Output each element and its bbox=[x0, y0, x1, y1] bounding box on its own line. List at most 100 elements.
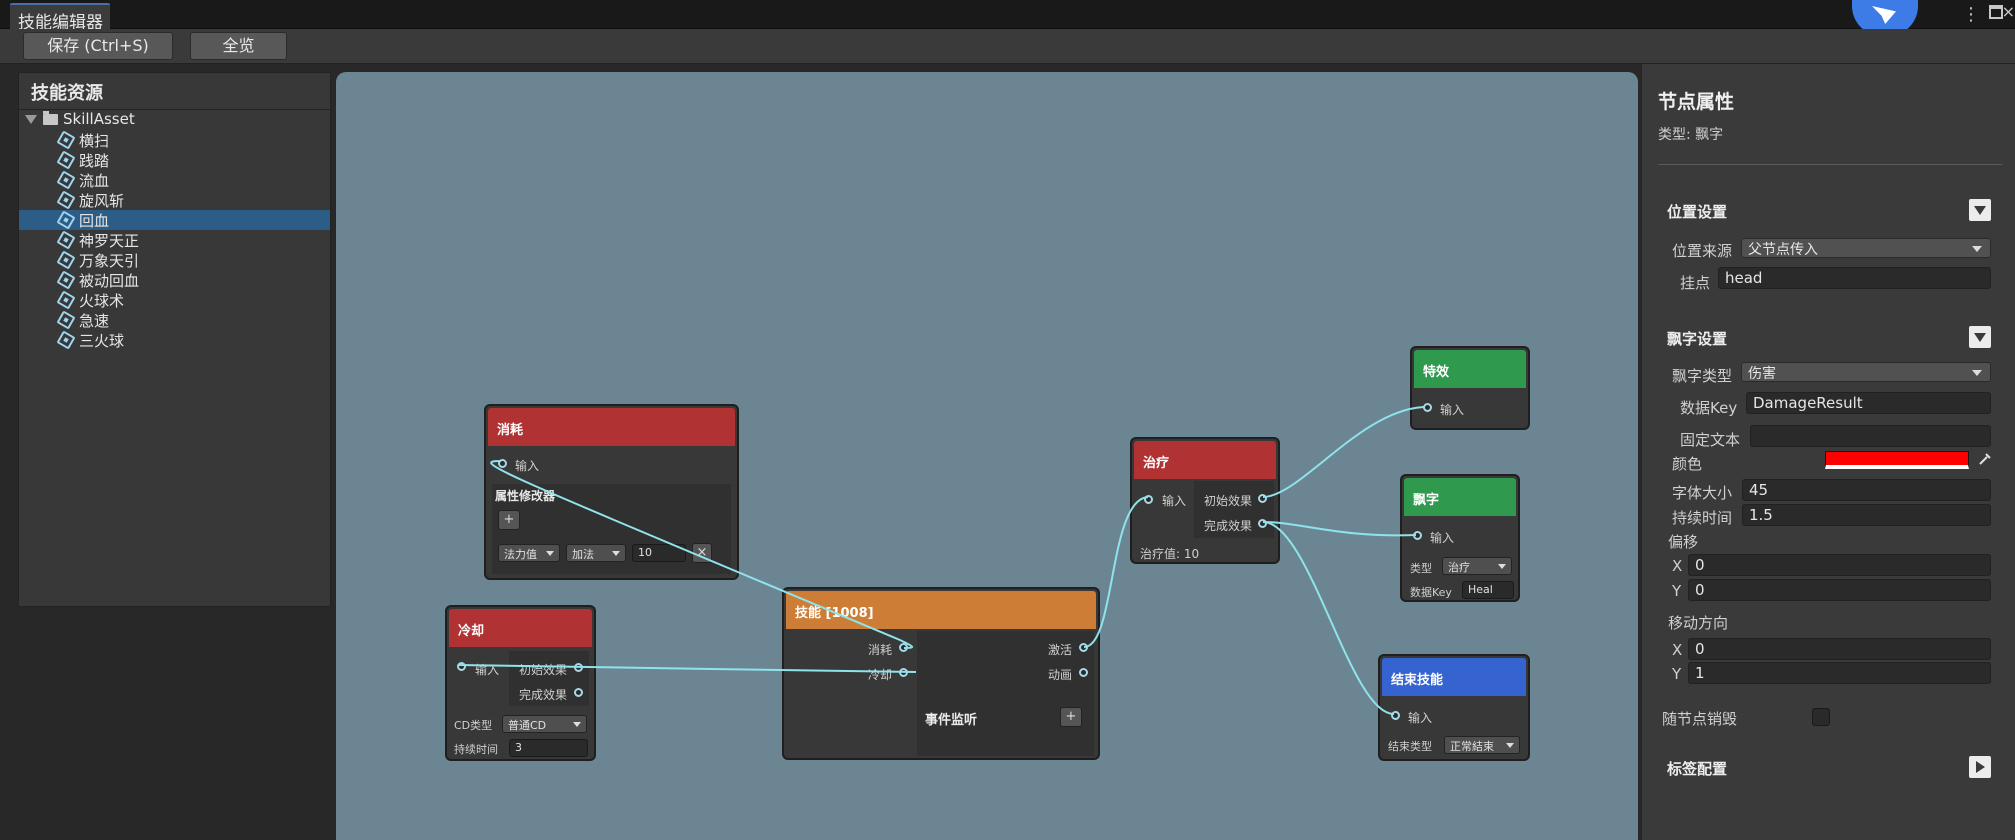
node-cooldown-header[interactable]: 冷却 bbox=[449, 609, 592, 647]
port-label: 初始效果 bbox=[1204, 494, 1253, 508]
remove-modifier-button[interactable]: × bbox=[692, 543, 712, 563]
font-size-field[interactable]: 45 bbox=[1742, 479, 1991, 501]
heal-value-text: 治疗值: 10 bbox=[1140, 547, 1200, 561]
axis-label: X bbox=[1672, 557, 1683, 575]
eyedropper-icon[interactable] bbox=[1977, 451, 1993, 467]
collapse-position-icon[interactable] bbox=[1969, 199, 1991, 221]
offset-x-field[interactable]: 0 bbox=[1688, 554, 1991, 576]
save-button[interactable]: 保存 (Ctrl+S) bbox=[23, 32, 173, 60]
field-label: 随节点销毁 bbox=[1662, 710, 1738, 728]
port-heal-input[interactable] bbox=[1144, 495, 1153, 504]
node-heal[interactable]: 治疗 输入 初始效果 完成效果 治疗值: 10 bbox=[1130, 437, 1280, 564]
data-key-field[interactable]: DamageResult bbox=[1746, 392, 1991, 414]
tree-root[interactable]: SkillAsset bbox=[19, 110, 330, 130]
tree-item[interactable]: 践踏 bbox=[19, 150, 330, 170]
tag-header[interactable]: 标签配置 bbox=[1667, 758, 1727, 779]
inspector-panel: 节点属性 类型: 飘字 位置设置 位置来源 父节点传入 挂点 head 飘字设置… bbox=[1642, 64, 2015, 840]
tree-item[interactable]: 火球术 bbox=[19, 290, 330, 310]
tree-item[interactable]: 神罗天正 bbox=[19, 230, 330, 250]
node-heal-header[interactable]: 治疗 bbox=[1134, 441, 1276, 479]
tree-item-label: 万象天引 bbox=[79, 252, 140, 270]
attribute-select[interactable]: 法力值 bbox=[498, 544, 560, 562]
tree-item-label: 旋风斩 bbox=[79, 192, 125, 210]
position-header[interactable]: 位置设置 bbox=[1667, 201, 1727, 222]
node-type-text: 类型: 飘字 bbox=[1658, 127, 1724, 143]
port-float-input[interactable] bbox=[1413, 531, 1422, 540]
skill-asset-icon bbox=[56, 330, 76, 350]
tree-item[interactable]: 流血 bbox=[19, 170, 330, 190]
port-cooldown-input[interactable] bbox=[457, 662, 466, 671]
window-tab-bar bbox=[0, 0, 2015, 29]
tree-item-label: 火球术 bbox=[79, 292, 125, 310]
tree-item[interactable]: 被动回血 bbox=[19, 270, 330, 290]
port-skill-anim[interactable] bbox=[1079, 668, 1088, 677]
node-skill[interactable]: 技能 [1008] 消耗 冷却 激活 动画 事件监听 + bbox=[782, 587, 1100, 760]
modifier-section: 属性修改器 + 法力值 加法 10 × bbox=[492, 484, 731, 574]
port-label: 输入 bbox=[1408, 711, 1433, 725]
tree-item[interactable]: 万象天引 bbox=[19, 250, 330, 270]
node-float-header[interactable]: 飘字 bbox=[1404, 478, 1516, 516]
tree-item[interactable]: 三火球 bbox=[19, 330, 330, 350]
position-source-select[interactable]: 父节点传入 bbox=[1741, 238, 1991, 258]
fixed-text-field[interactable] bbox=[1750, 425, 1991, 447]
port-label: 动画 bbox=[1048, 668, 1073, 682]
port-end-input[interactable] bbox=[1391, 711, 1400, 720]
field-label: 固定文本 bbox=[1680, 431, 1741, 449]
port-heal-done[interactable] bbox=[1258, 519, 1267, 528]
node-end-skill[interactable]: 结束技能 输入 结束类型 正常結束 bbox=[1378, 654, 1530, 761]
skill-asset-icon bbox=[56, 150, 76, 170]
port-skill-consume[interactable] bbox=[899, 643, 908, 652]
duration-field[interactable]: 1.5 bbox=[1742, 504, 1991, 526]
port-skill-activate[interactable] bbox=[1079, 643, 1088, 652]
node-consume-header[interactable]: 消耗 bbox=[488, 408, 735, 446]
tree-item[interactable]: 旋风斩 bbox=[19, 190, 330, 210]
mount-point-field[interactable]: head bbox=[1718, 267, 1991, 289]
port-skill-cooldown[interactable] bbox=[899, 668, 908, 677]
node-effect-header[interactable]: 特效 bbox=[1414, 350, 1526, 388]
expand-triangle-icon[interactable] bbox=[25, 115, 37, 124]
port-effect-input[interactable] bbox=[1423, 403, 1432, 412]
editor-tab[interactable]: 技能编辑器 bbox=[10, 3, 110, 33]
field-label: 数据Key bbox=[1680, 399, 1738, 417]
skill-asset-icon bbox=[56, 210, 76, 230]
float-type-select[interactable]: 治疗 bbox=[1442, 557, 1512, 575]
port-consume-input[interactable] bbox=[498, 459, 507, 468]
float-header[interactable]: 飘字设置 bbox=[1667, 328, 1727, 349]
node-skill-header[interactable]: 技能 [1008] bbox=[786, 591, 1096, 629]
close-icon[interactable]: × bbox=[2002, 2, 2015, 21]
cd-type-select[interactable]: 普通CD bbox=[502, 715, 587, 733]
node-consume[interactable]: 消耗 输入 属性修改器 + 法力值 加法 10 × bbox=[484, 404, 739, 580]
port-heal-start[interactable] bbox=[1258, 494, 1267, 503]
tree-root-label: SkillAsset bbox=[63, 110, 135, 128]
float-type-select[interactable]: 伤害 bbox=[1741, 362, 1991, 382]
color-swatch[interactable] bbox=[1825, 451, 1969, 469]
float-key-field[interactable]: Heal bbox=[1462, 581, 1514, 599]
move-x-field[interactable]: 0 bbox=[1688, 638, 1991, 660]
skill-asset-icon bbox=[56, 270, 76, 290]
add-event-button[interactable]: + bbox=[1060, 707, 1082, 727]
port-cooldown-done[interactable] bbox=[574, 688, 583, 697]
destroy-with-node-checkbox[interactable] bbox=[1812, 708, 1830, 726]
collapse-float-icon[interactable] bbox=[1969, 326, 1991, 348]
node-float-text[interactable]: 飘字 输入 类型 治疗 数据Key Heal bbox=[1400, 474, 1520, 602]
tree-item[interactable]: 横扫 bbox=[19, 130, 330, 150]
node-effect[interactable]: 特效 输入 bbox=[1410, 346, 1530, 430]
end-type-select[interactable]: 正常結束 bbox=[1444, 736, 1520, 754]
add-modifier-button[interactable]: + bbox=[498, 510, 520, 530]
node-cooldown[interactable]: 冷却 输入 初始效果 完成效果 CD类型 普通CD 持续时间 3 bbox=[445, 605, 596, 761]
node-end-header[interactable]: 结束技能 bbox=[1382, 658, 1526, 696]
offset-y-field[interactable]: 0 bbox=[1688, 579, 1991, 601]
port-label: 输入 bbox=[1430, 531, 1455, 545]
tree-item[interactable]: 急速 bbox=[19, 310, 330, 330]
cd-duration-field[interactable]: 3 bbox=[509, 739, 588, 757]
port-cooldown-start[interactable] bbox=[574, 663, 583, 672]
modifier-value-field[interactable]: 10 bbox=[632, 544, 686, 562]
field-label: CD类型 bbox=[454, 719, 493, 732]
move-y-field[interactable]: 1 bbox=[1688, 662, 1991, 684]
axis-label: X bbox=[1672, 641, 1683, 659]
tree-item[interactable]: 回血 bbox=[19, 210, 330, 230]
overview-button[interactable]: 全览 bbox=[190, 32, 287, 60]
expand-tag-icon[interactable] bbox=[1969, 756, 1991, 778]
window-menu-icon[interactable]: ⋮ bbox=[1962, 4, 1980, 25]
operation-select[interactable]: 加法 bbox=[566, 544, 626, 562]
